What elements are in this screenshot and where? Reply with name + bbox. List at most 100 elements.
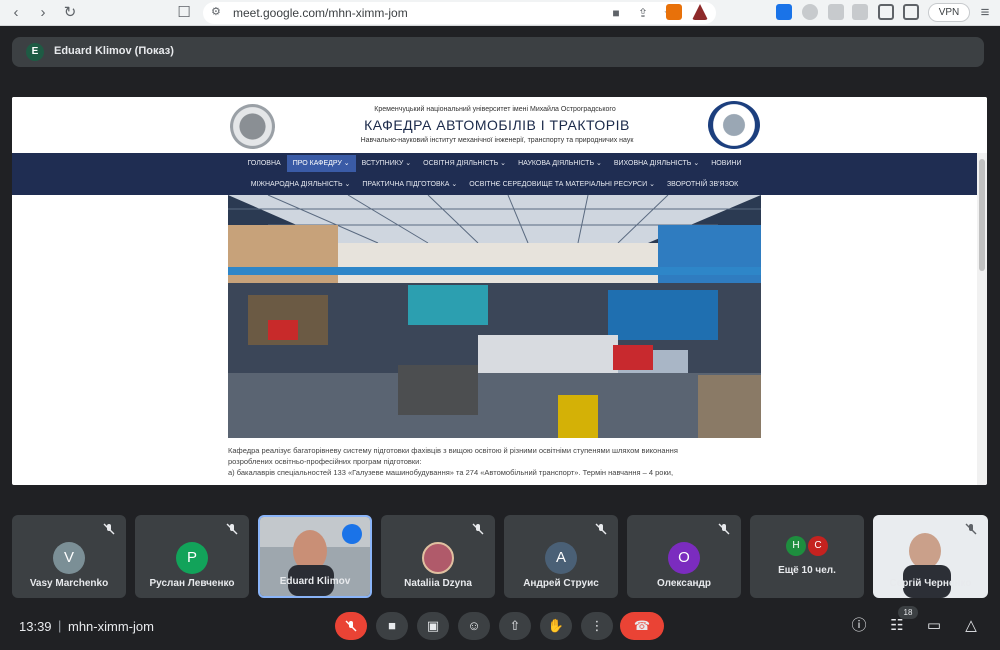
site-navigation: ГОЛОВНА ПРО КАФЕДРУ ⌄ ВСТУПНИКУ ⌄ ОСВІТНЯ Д… — [12, 153, 977, 195]
brave-shield-icon[interactable] — [666, 4, 682, 20]
university-name: Кременчуцький національний університет і… — [374, 106, 616, 113]
participant-tile-active[interactable]: Eduard Klimov — [258, 515, 372, 598]
nav-row-secondary: МІЖНАРОДНА ДІЯЛЬНІСТЬ ⌄ ПРАКТИЧНА ПІДГОТО… — [12, 174, 977, 195]
presenter-label: Eduard Klimov (Показ) — [54, 45, 174, 57]
camera-icon[interactable]: ■ — [608, 5, 624, 21]
university-logo — [230, 104, 275, 149]
more-participants-label: Ещё 10 чел. — [778, 565, 836, 576]
leave-call-button[interactable]: ☎ — [620, 612, 664, 640]
camera-icon: ■ — [388, 618, 396, 633]
participant-tile[interactable]: O Олександр — [627, 515, 741, 598]
presenter-avatar: E — [26, 43, 44, 61]
participant-tile[interactable]: A Андрей Струис — [504, 515, 618, 598]
bookmark-icon[interactable]: ☐ — [174, 3, 194, 23]
nav-item[interactable]: ПРАКТИЧНА ПІДГОТОВКА ⌄ — [356, 176, 463, 193]
translate-icon[interactable] — [776, 4, 792, 20]
workshop-photo — [228, 195, 761, 438]
body-text-line: Кафедра реалізує багаторівневу систему п… — [228, 446, 678, 455]
mic-off-icon — [345, 620, 357, 632]
sidebar-icon[interactable] — [878, 4, 894, 20]
mic-off-icon — [103, 523, 115, 535]
nav-item[interactable]: ВИХОВНА ДІЯЛЬНІСТЬ ⌄ — [608, 155, 705, 172]
page-body-text: Кафедра реалізує багаторівневу систему п… — [228, 445, 761, 478]
department-logo — [708, 101, 760, 149]
participant-name: Руслан Левченко — [149, 578, 235, 589]
mic-off-icon — [595, 523, 607, 535]
camera-button[interactable]: ■ — [376, 612, 408, 640]
avatar: C — [808, 536, 828, 556]
nav-item[interactable]: НАУКОВА ДІЯЛЬНІСТЬ ⌄ — [512, 155, 608, 172]
department-title: КАФЕДРА АВТОМОБІЛІВ І ТРАКТОРІВ — [364, 117, 630, 133]
wallet-icon[interactable] — [903, 4, 919, 20]
captions-icon: ▣ — [426, 618, 440, 633]
body-text-line: а) бакалаврів спеціальностей 133 «Галузе… — [228, 468, 674, 477]
address-bar[interactable]: ⚙ meet.google.com/mhn-ximm-jom ■ ⇪ ☆ — [203, 2, 716, 24]
participant-tile[interactable]: Nataliia Dzyna — [381, 515, 495, 598]
avatar: Р — [176, 542, 208, 574]
mic-off-icon — [226, 523, 238, 535]
institute-name: Навчально-науковий інститут механічної і… — [360, 137, 634, 144]
emoji-button[interactable]: ☺ — [458, 612, 490, 640]
nav-item[interactable]: ГОЛОВНА — [241, 155, 286, 172]
participant-name: Андрей Струис — [523, 578, 599, 589]
activities-icon[interactable]: △ — [960, 615, 982, 637]
vpn-button[interactable]: VPN — [928, 3, 970, 22]
extension-icon[interactable] — [828, 4, 844, 20]
nav-item[interactable]: ПРО КАФЕДРУ ⌄ — [286, 155, 356, 172]
shared-screen: Кременчуцький національний університет і… — [12, 97, 987, 485]
present-button[interactable]: ⇧ — [499, 612, 531, 640]
captions-button[interactable]: ▣ — [417, 612, 449, 640]
page-scrollbar[interactable] — [977, 153, 987, 485]
nav-row-primary: ГОЛОВНА ПРО КАФЕДРУ ⌄ ВСТУПНИКУ ⌄ ОСВІТНЯ Д… — [12, 153, 977, 174]
participant-tile[interactable]: V Vasy Marchenko — [12, 515, 126, 598]
more-participants-tile[interactable]: H C Ещё 10 чел. — [750, 515, 864, 598]
share-icon[interactable]: ⇪ — [635, 5, 651, 21]
nav-item[interactable]: ВСТУПНИКУ ⌄ — [356, 155, 418, 172]
browser-toolbar: ‹ › ↻ ☐ ⚙ meet.google.com/mhn-ximm-jom ■… — [0, 0, 1000, 26]
body-text-line: розроблених освітньо-професійних програм… — [228, 457, 422, 466]
nav-item[interactable]: МІЖНАРОДНА ДІЯЛЬНІСТЬ ⌄ — [245, 176, 357, 193]
participant-name: Олександр — [656, 578, 712, 589]
site-info-icon[interactable]: ⚙ — [211, 5, 221, 18]
participant-name: Vasy Marchenko — [29, 578, 109, 589]
mic-off-icon — [472, 523, 484, 535]
meeting-code: mhn-ximm-jom — [68, 619, 154, 634]
nav-item[interactable]: ОСВІТНЄ СЕРЕДОВИЩЕ ТА МАТЕРІАЛЬНІ РЕСУРС… — [463, 176, 661, 193]
avatar: V — [53, 542, 85, 574]
present-icon: ⇧ — [509, 618, 521, 633]
more-options-button[interactable]: ⋮ — [581, 612, 613, 640]
microphone-off-button[interactable] — [335, 612, 367, 640]
participant-name: Сергій Черненко — [889, 578, 972, 589]
hangup-icon: ☎ — [633, 618, 651, 633]
avatar: A — [545, 542, 577, 574]
mic-off-icon — [965, 523, 977, 535]
avatar: H — [786, 536, 806, 556]
separator: | — [58, 618, 62, 633]
meeting-time: 13:39 — [19, 619, 52, 634]
info-icon[interactable]: ⓘ — [848, 615, 870, 637]
menu-icon[interactable]: ≡ — [975, 3, 995, 23]
site-header: Кременчуцький національний університет і… — [12, 97, 987, 153]
avatar-photo — [422, 542, 454, 574]
nav-item[interactable]: ЗВОРОТНІЙ ЗВ'ЯЗОК — [661, 176, 744, 193]
back-icon[interactable]: ‹ — [6, 3, 26, 23]
raise-hand-button[interactable]: ✋ — [540, 612, 572, 640]
reload-icon[interactable]: ↻ — [60, 3, 80, 23]
speaking-indicator-icon — [342, 524, 362, 544]
avatar: O — [668, 542, 700, 574]
globe-icon[interactable] — [802, 4, 818, 20]
people-count-badge: 18 — [898, 606, 918, 619]
hand-icon: ✋ — [547, 618, 565, 633]
url-text: meet.google.com/mhn-ximm-jom — [233, 6, 408, 20]
chat-icon[interactable]: ▭ — [923, 615, 945, 637]
nav-item[interactable]: ОСВІТНЯ ДІЯЛЬНІСТЬ ⌄ — [417, 155, 512, 172]
scrollbar-thumb[interactable] — [979, 159, 985, 271]
participant-tile[interactable]: Сергій Черненко — [873, 515, 988, 598]
puzzle-icon[interactable] — [852, 4, 868, 20]
forward-icon[interactable]: › — [33, 3, 53, 23]
participant-name: Nataliia Dzyna — [404, 578, 472, 589]
more-vert-icon: ⋮ — [590, 618, 604, 633]
nav-item[interactable]: НОВИНИ — [705, 155, 747, 172]
mic-off-icon — [718, 523, 730, 535]
participant-tile[interactable]: Р Руслан Левченко — [135, 515, 249, 598]
